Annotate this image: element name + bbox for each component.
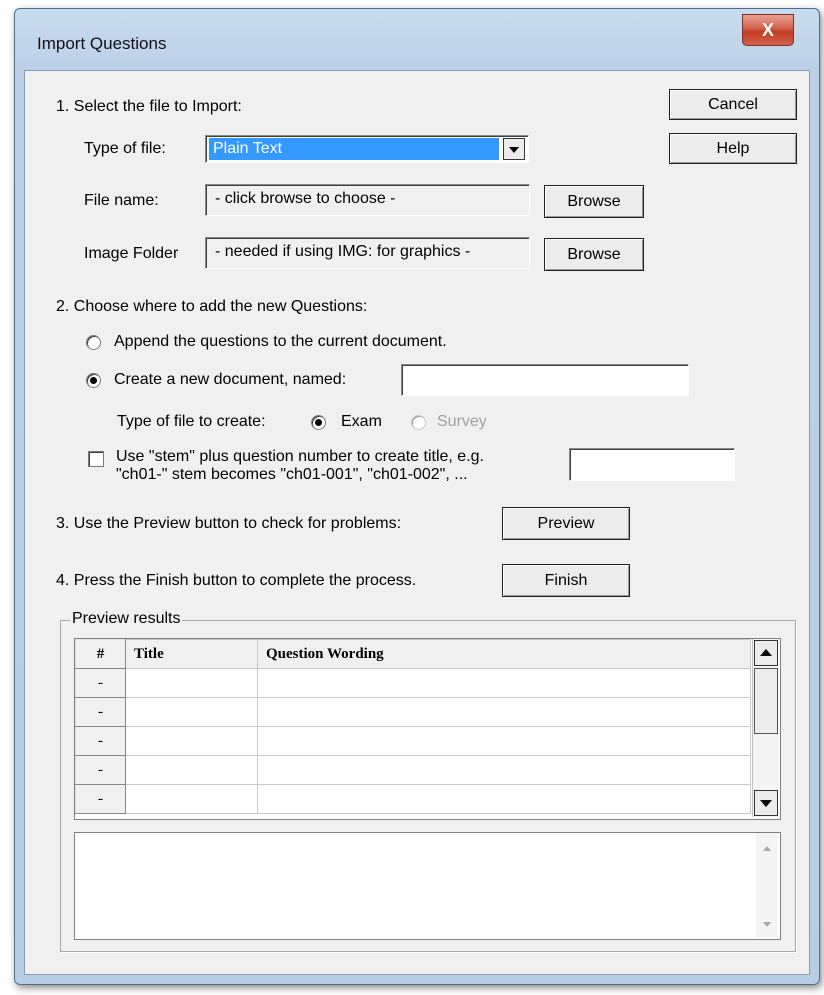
column-header-title[interactable]: Title (125, 639, 258, 669)
detail-scrollbar[interactable] (756, 833, 778, 937)
new-document-name-input[interactable] (401, 364, 689, 396)
step3-heading: 3. Use the Preview button to check for p… (56, 515, 402, 532)
preview-detail-textarea[interactable] (74, 832, 781, 940)
step1-heading: 1. Select the file to Import: (56, 98, 242, 115)
image-folder-label: Image Folder (84, 245, 179, 262)
row-title (125, 668, 258, 698)
cancel-button[interactable]: Cancel (669, 89, 797, 120)
stem-description-line2: "ch01-" stem becomes "ch01-001", "ch01-0… (116, 466, 468, 483)
file-name-label: File name: (84, 192, 159, 209)
grid-scroll-thumb[interactable] (754, 668, 778, 734)
dialog-title: Import Questions (37, 34, 167, 53)
help-button[interactable]: Help (669, 133, 797, 164)
append-label: Append the questions to the current docu… (114, 333, 447, 350)
browse-file-button[interactable]: Browse (544, 185, 644, 218)
table-row[interactable]: - (75, 755, 751, 785)
image-folder-field: - needed if using IMG: for graphics - (205, 237, 530, 269)
row-title (125, 755, 258, 785)
scroll-up-icon[interactable] (756, 837, 778, 859)
dropdown-arrow-icon[interactable] (503, 138, 525, 160)
row-wording (257, 697, 751, 727)
row-number: - (75, 697, 126, 727)
file-name-field: - click browse to choose - (205, 184, 530, 216)
row-title (125, 697, 258, 727)
survey-radio[interactable] (411, 415, 426, 430)
step4-heading: 4. Press the Finish button to complete t… (56, 572, 417, 589)
exam-radio[interactable] (311, 415, 326, 430)
image-folder-value: - needed if using IMG: for graphics - (215, 243, 471, 260)
file-name-value: - click browse to choose - (215, 190, 396, 207)
stem-input[interactable] (569, 448, 735, 481)
row-number: - (75, 755, 126, 785)
row-number: - (75, 784, 126, 814)
type-of-file-value: Plain Text (209, 138, 499, 160)
scroll-down-icon[interactable] (756, 913, 778, 935)
create-new-label: Create a new document, named: (114, 371, 347, 388)
table-row[interactable]: - (75, 784, 751, 814)
column-header-number[interactable]: # (75, 639, 126, 669)
row-wording (257, 755, 751, 785)
grid-scrollbar[interactable] (752, 639, 779, 817)
type-of-file-select[interactable]: Plain Text (205, 135, 529, 163)
exam-label: Exam (341, 413, 382, 430)
row-number: - (75, 668, 126, 698)
row-title (125, 726, 258, 756)
stem-checkbox[interactable] (88, 451, 104, 467)
row-wording (257, 784, 751, 814)
scroll-down-icon[interactable] (754, 790, 778, 816)
type-of-file-label: Type of file: (84, 140, 166, 157)
scroll-up-icon[interactable] (754, 640, 778, 666)
preview-grid[interactable]: # Title Question Wording - - - - - (74, 638, 781, 820)
table-row[interactable]: - (75, 668, 751, 698)
table-row[interactable]: - (75, 726, 751, 756)
row-wording (257, 668, 751, 698)
survey-label: Survey (437, 413, 487, 430)
row-number: - (75, 726, 126, 756)
table-row[interactable]: - (75, 697, 751, 727)
close-button[interactable]: X (742, 14, 794, 46)
preview-results-label: Preview results (70, 610, 183, 628)
step2-heading: 2. Choose where to add the new Questions… (56, 298, 368, 315)
append-radio[interactable] (86, 335, 101, 350)
column-header-wording[interactable]: Question Wording (257, 639, 751, 669)
stem-description-line1: Use "stem" plus question number to creat… (116, 448, 484, 465)
finish-button[interactable]: Finish (502, 564, 630, 597)
row-title (125, 784, 258, 814)
row-wording (257, 726, 751, 756)
browse-image-button[interactable]: Browse (544, 238, 644, 271)
type-of-file-to-create-label: Type of file to create: (117, 413, 266, 430)
preview-button[interactable]: Preview (502, 507, 630, 540)
create-new-radio[interactable] (86, 373, 101, 388)
